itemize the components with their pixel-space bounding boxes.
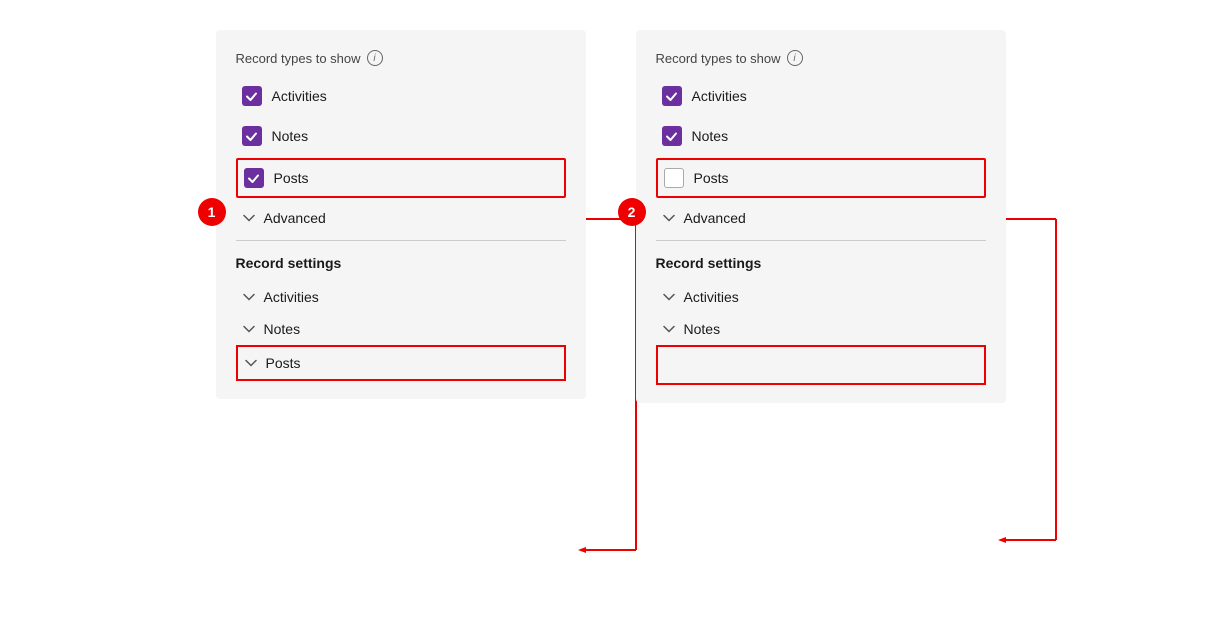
posts-checkbox-2[interactable] xyxy=(664,168,684,188)
posts-label-1: Posts xyxy=(274,170,309,186)
notes-checkbox-row-2[interactable]: Notes xyxy=(656,118,986,154)
advanced-label-1: Advanced xyxy=(264,210,326,226)
panel-1: Record types to show i Activities xyxy=(216,30,586,399)
rs-notes-label-2: Notes xyxy=(684,321,721,337)
rs-notes-chevron-2 xyxy=(662,322,676,336)
posts-checkbox-row-1[interactable]: Posts xyxy=(236,158,566,198)
rs-posts-chevron-1 xyxy=(244,356,258,370)
posts-label-2: Posts xyxy=(694,170,729,186)
divider-1 xyxy=(236,240,566,241)
record-types-label-1: Record types to show i xyxy=(236,50,566,66)
advanced-row-2[interactable]: Advanced xyxy=(656,202,986,234)
advanced-label-2: Advanced xyxy=(684,210,746,226)
activities-checkbox-row-1[interactable]: Activities xyxy=(236,78,566,114)
rs-activities-chevron-1 xyxy=(242,290,256,304)
record-settings-label-2: Record settings xyxy=(656,255,986,271)
rs-posts-row-1[interactable]: Posts xyxy=(236,345,566,381)
notes-checkbox-row-1[interactable]: Notes xyxy=(236,118,566,154)
rs-notes-row-2[interactable]: Notes xyxy=(656,313,986,345)
rs-activities-label-2: Activities xyxy=(684,289,739,305)
activities-checkbox-row-2[interactable]: Activities xyxy=(656,78,986,114)
info-icon-1: i xyxy=(367,50,383,66)
activities-label-2: Activities xyxy=(692,88,747,104)
rs-posts-label-1: Posts xyxy=(266,355,301,371)
badge-2: 2 xyxy=(618,198,646,226)
posts-checkbox-1[interactable] xyxy=(244,168,264,188)
record-types-label-2: Record types to show i xyxy=(656,50,986,66)
activities-checkbox-2[interactable] xyxy=(662,86,682,106)
advanced-chevron-1 xyxy=(242,211,256,225)
rs-posts-empty-row-2 xyxy=(656,345,986,385)
rs-activities-row-1[interactable]: Activities xyxy=(236,281,566,313)
rs-activities-label-1: Activities xyxy=(264,289,319,305)
record-settings-label-1: Record settings xyxy=(236,255,566,271)
panel-2: Record types to show i Activities xyxy=(636,30,1006,403)
badge-1: 1 xyxy=(198,198,226,226)
divider-2 xyxy=(656,240,986,241)
rs-activities-chevron-2 xyxy=(662,290,676,304)
rs-notes-chevron-1 xyxy=(242,322,256,336)
posts-checkbox-row-2[interactable]: Posts xyxy=(656,158,986,198)
info-icon-2: i xyxy=(787,50,803,66)
notes-checkbox-1[interactable] xyxy=(242,126,262,146)
rs-activities-row-2[interactable]: Activities xyxy=(656,281,986,313)
advanced-row-1[interactable]: Advanced xyxy=(236,202,566,234)
notes-label-2: Notes xyxy=(692,128,729,144)
notes-label-1: Notes xyxy=(272,128,309,144)
rs-notes-row-1[interactable]: Notes xyxy=(236,313,566,345)
activities-checkbox-1[interactable] xyxy=(242,86,262,106)
advanced-chevron-2 xyxy=(662,211,676,225)
rs-notes-label-1: Notes xyxy=(264,321,301,337)
notes-checkbox-2[interactable] xyxy=(662,126,682,146)
activities-label-1: Activities xyxy=(272,88,327,104)
